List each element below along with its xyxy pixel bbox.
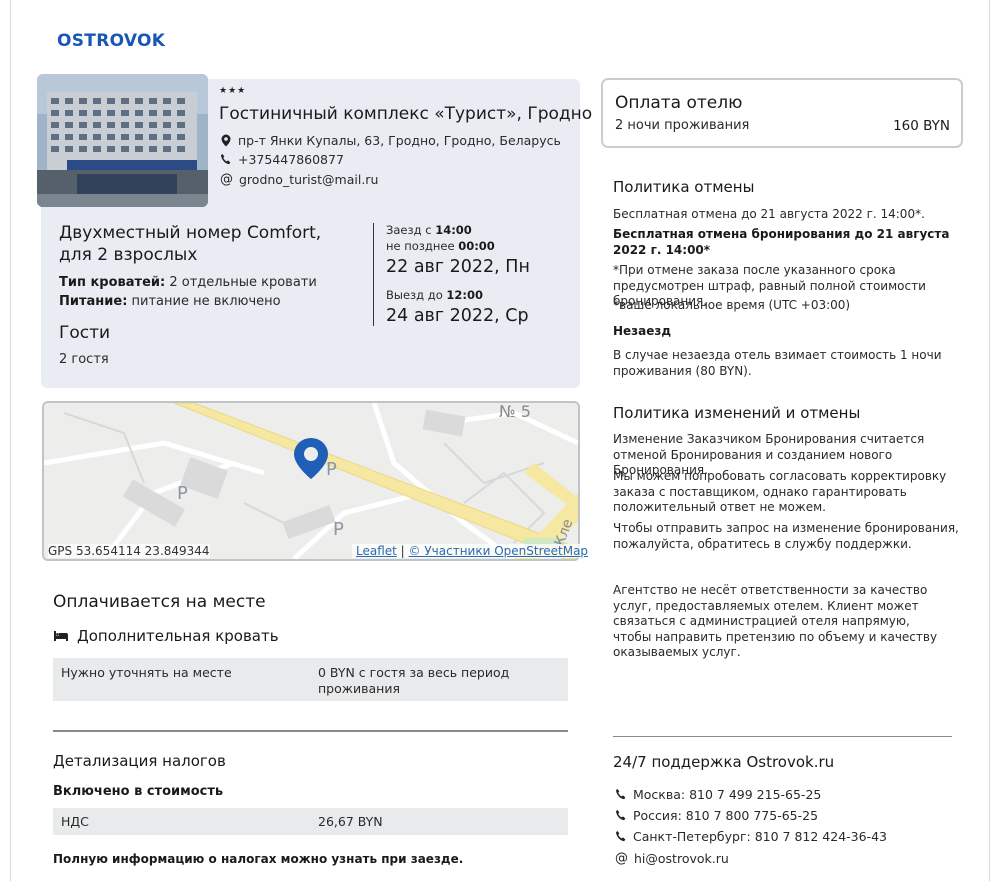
change-p3: Чтобы отправить запрос на изменение брон…	[613, 521, 959, 551]
location-pin-icon	[221, 134, 231, 147]
dates-divider	[373, 223, 374, 326]
hotel-stars: ★★★	[219, 86, 247, 96]
noshow-text: В случае незаезда отель взимает стоимост…	[613, 348, 942, 378]
at-icon: @	[615, 851, 628, 866]
room-title: Двухместный номер Comfort, для 2 взрослы…	[59, 223, 322, 265]
room-beds: Тип кроватей: 2 отдельные кровати	[59, 275, 317, 290]
checkout-date: 24 авг 2022, Ср	[386, 306, 529, 326]
room-meal: Питание: питание не включено	[59, 294, 281, 309]
guests-count: 2 гостя	[59, 352, 109, 367]
cancel-policy-title: Политика отмены	[613, 178, 755, 196]
checkin-latest: не позднее 00:00	[386, 239, 495, 253]
support-moscow: Москва: 810 7 499 215-65-25	[615, 787, 821, 802]
hotel-email: @ grodno_turist@mail.ru	[220, 172, 378, 187]
vat-label: НДС	[61, 814, 89, 829]
at-icon: @	[220, 172, 233, 187]
map-gps: GPS 53.654114 23.849344	[48, 544, 210, 558]
payment-title: Оплата отелю	[615, 93, 743, 113]
cancel-line-4: *ваше локальное время (UTC +03:00)	[613, 298, 851, 312]
extra-bed-row: Нужно уточнять на месте 0 BYN с гостя за…	[53, 658, 568, 701]
divider	[53, 730, 568, 732]
hotel-address-text: пр-т Янки Купалы, 63, Гродно, Гродно, Бе…	[238, 133, 561, 148]
support-email: @ hi@ostrovok.ru	[615, 851, 729, 866]
hotel-map[interactable]: № 5 Кле P P P	[42, 401, 580, 561]
vat-row: НДС 26,67 BYN	[53, 808, 568, 835]
parking-label: P	[177, 483, 188, 504]
support-spb: Санкт-Петербург: 810 7 812 424-36-43	[615, 829, 887, 844]
guests-title: Гости	[59, 323, 111, 343]
leaflet-link[interactable]: Leaflet	[356, 544, 397, 558]
agency-disclaimer: Агентство не несёт ответственности за ка…	[613, 583, 938, 659]
payment-amount: 160 BYN	[893, 118, 950, 134]
extra-bed-condition: Нужно уточнять на месте	[61, 665, 232, 680]
hotel-phone: +375447860877	[220, 152, 344, 167]
hotel-address: пр-т Янки Купалы, 63, Гродно, Гродно, Бе…	[220, 133, 561, 148]
hotel-email-text[interactable]: grodno_turist@mail.ru	[239, 172, 378, 187]
payment-nights: 2 ночи проживания	[615, 118, 750, 133]
on-site-title: Оплачивается на месте	[53, 592, 266, 612]
hotel-name: Гостиничный комплекс «Турист», Гродно	[219, 104, 593, 124]
checkout-until: Выезд до 12:00	[386, 288, 484, 302]
change-p2: Мы можем попробовать согласовать коррект…	[613, 469, 947, 514]
parking-label: P	[326, 459, 337, 480]
cancel-line-1: Бесплатная отмена до 21 августа 2022 г. …	[613, 207, 925, 221]
phone-icon	[616, 810, 626, 821]
vat-value: 26,67 BYN	[318, 814, 383, 829]
noshow-title: Незаезд	[613, 324, 672, 338]
change-policy-title: Политика изменений и отмены	[613, 404, 861, 422]
support-title: 24/7 поддержка Ostrovok.ru	[613, 753, 835, 771]
map-attribution: Leaflet | © Участники OpenStreetMap	[352, 544, 593, 558]
osm-link[interactable]: © Участники OpenStreetMap	[409, 544, 589, 558]
tax-note: Полную информацию о налогах можно узнать…	[53, 852, 464, 866]
parking-label: P	[333, 519, 344, 540]
checkin-from: Заезд с 14:00	[386, 223, 472, 237]
checkin-date: 22 авг 2022, Пн	[386, 257, 530, 277]
tax-title: Детализация налогов	[53, 752, 226, 770]
ostrovok-logo[interactable]: OSTROVOK	[57, 31, 165, 51]
hotel-photo	[37, 74, 208, 207]
phone-icon	[221, 154, 231, 165]
support-russia: Россия: 810 7 800 775-65-25	[615, 808, 818, 823]
phone-icon	[616, 789, 626, 800]
cancel-line-2: Бесплатная отмена бронирования до 21 авг…	[613, 227, 950, 257]
payment-box	[601, 78, 963, 148]
tax-included: Включено в стоимость	[53, 784, 224, 799]
phone-icon	[616, 831, 626, 842]
bed-icon	[54, 631, 68, 641]
extra-bed-price: 0 BYN с гостя за весь период проживания	[318, 665, 510, 696]
divider	[613, 736, 952, 737]
house-number-label: № 5	[499, 403, 531, 421]
extra-bed-heading: Дополнительная кровать	[53, 627, 279, 645]
hotel-phone-text[interactable]: +375447860877	[238, 152, 344, 167]
